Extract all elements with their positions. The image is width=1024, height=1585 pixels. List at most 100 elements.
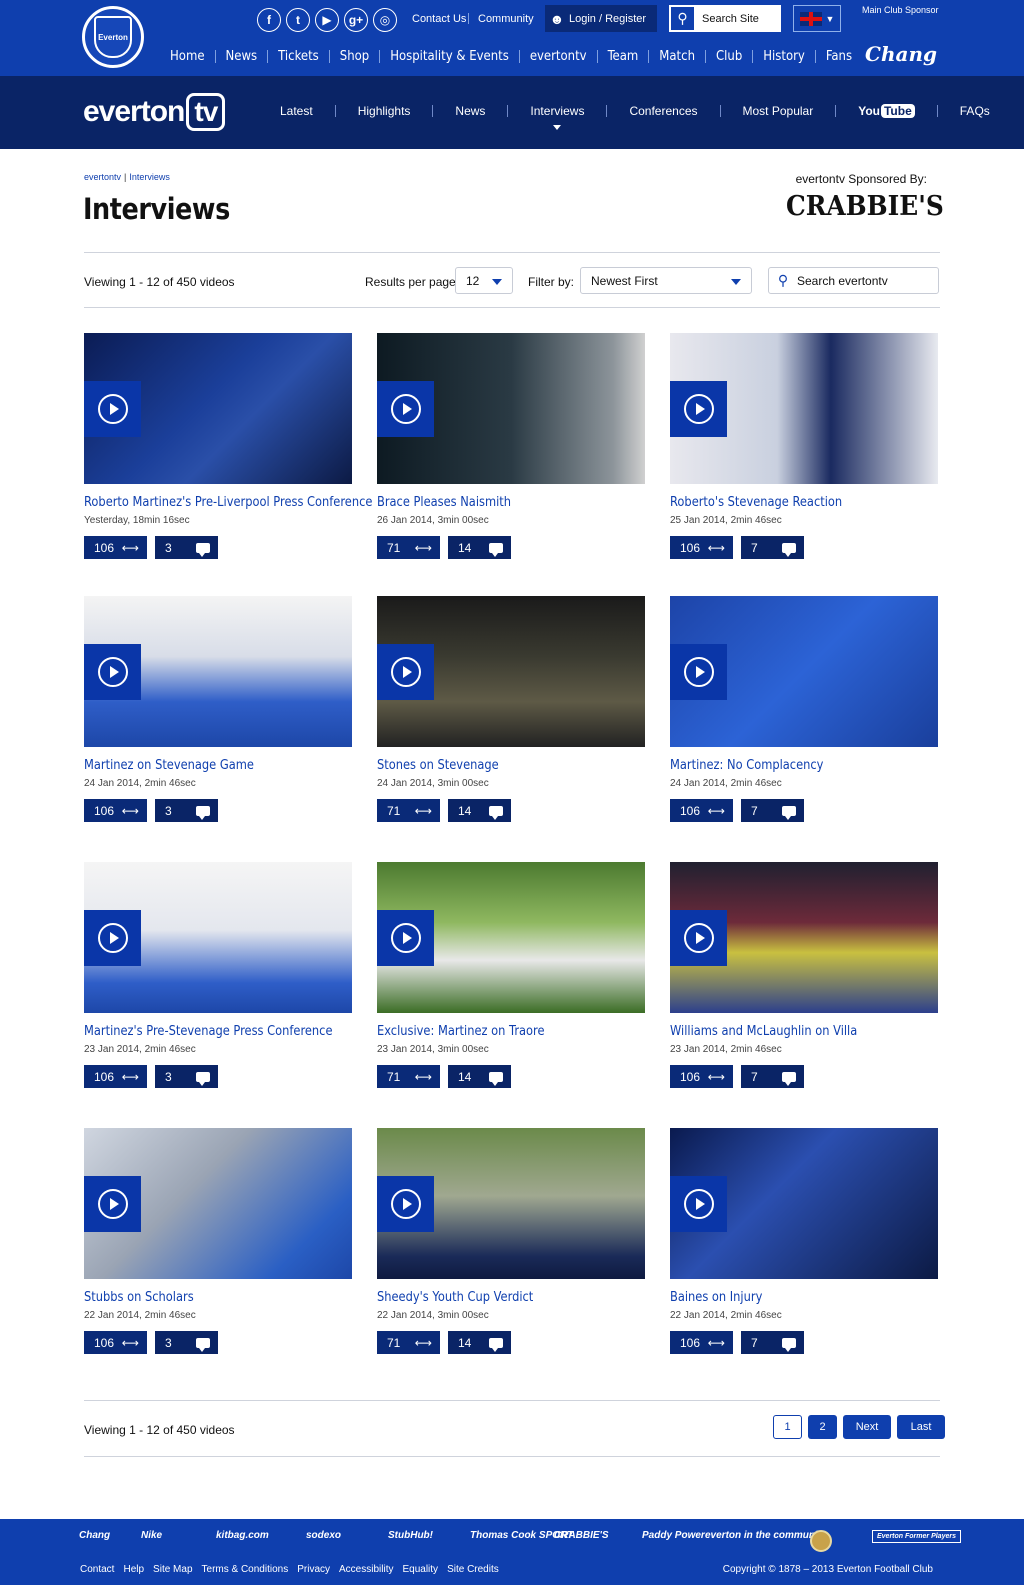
- footer-partner-logo[interactable]: sodexo: [306, 1530, 341, 1541]
- comments-button[interactable]: 3: [155, 1331, 218, 1354]
- video-thumbnail[interactable]: [670, 596, 938, 747]
- comments-button[interactable]: 7: [741, 799, 804, 822]
- video-card[interactable]: Stones on Stevenage 24 Jan 2014, 3min 00s…: [377, 596, 645, 822]
- video-thumbnail[interactable]: [84, 862, 352, 1013]
- video-card[interactable]: Exclusive: Martinez on Traore 23 Jan 2014…: [377, 862, 645, 1088]
- footer-partner-logo[interactable]: kitbag.com: [216, 1530, 269, 1541]
- video-title[interactable]: Martinez's Pre-Stevenage Press Conferenc…: [84, 1024, 333, 1039]
- share-button[interactable]: 106 ⟷: [670, 536, 733, 559]
- play-button[interactable]: [670, 910, 727, 966]
- play-button[interactable]: [377, 1176, 434, 1232]
- comments-button[interactable]: 3: [155, 1065, 218, 1088]
- comments-button[interactable]: 7: [741, 1331, 804, 1354]
- language-selector[interactable]: ▼: [793, 5, 841, 32]
- play-button[interactable]: [670, 644, 727, 700]
- footer-partner-logo[interactable]: StubHub!: [388, 1530, 433, 1541]
- chang-sponsor-logo[interactable]: Chang: [865, 22, 937, 66]
- video-title[interactable]: Brace Pleases Naismith: [377, 495, 613, 510]
- youtube-icon[interactable]: ▶: [315, 8, 339, 32]
- instagram-icon[interactable]: ◎: [373, 8, 397, 32]
- results-per-page-select[interactable]: 12: [455, 267, 513, 294]
- footer-link-site-credits[interactable]: Site Credits: [447, 1564, 499, 1575]
- video-card[interactable]: Brace Pleases Naismith 26 Jan 2014, 3min …: [377, 333, 645, 559]
- video-thumbnail[interactable]: [670, 333, 938, 484]
- tv-tab-conferences[interactable]: Conferences: [607, 104, 719, 118]
- video-card[interactable]: Martinez's Pre-Stevenage Press Conferenc…: [84, 862, 352, 1088]
- nav-item-history[interactable]: History: [753, 49, 815, 64]
- video-title[interactable]: Roberto's Stevenage Reaction: [670, 495, 906, 510]
- share-button[interactable]: 106 ⟷: [670, 1065, 733, 1088]
- footer-partner-logo[interactable]: Nike: [141, 1530, 162, 1541]
- nav-item-home[interactable]: Home: [160, 49, 215, 64]
- play-button[interactable]: [84, 910, 141, 966]
- share-button[interactable]: 71 ⟷: [377, 536, 440, 559]
- site-search-field[interactable]: ⚲ Search Site: [669, 5, 781, 32]
- video-title[interactable]: Sheedy's Youth Cup Verdict: [377, 1290, 613, 1305]
- video-card[interactable]: Williams and McLaughlin on Villa 23 Jan 2…: [670, 862, 938, 1088]
- video-card[interactable]: Roberto's Stevenage Reaction 25 Jan 2014,…: [670, 333, 938, 559]
- share-button[interactable]: 106 ⟷: [84, 536, 147, 559]
- community-link[interactable]: Community: [478, 13, 534, 25]
- video-title[interactable]: Martinez on Stevenage Game: [84, 758, 320, 773]
- nav-item-club[interactable]: Club: [706, 49, 752, 64]
- video-card[interactable]: Martinez on Stevenage Game 24 Jan 2014, 2…: [84, 596, 352, 822]
- share-button[interactable]: 106 ⟷: [670, 799, 733, 822]
- play-button[interactable]: [377, 644, 434, 700]
- crabbies-sponsor-logo[interactable]: CRABBIE'S: [786, 191, 944, 222]
- medal-logo[interactable]: [810, 1530, 832, 1552]
- nav-item-match[interactable]: Match: [649, 49, 705, 64]
- tv-tab-latest[interactable]: Latest: [258, 104, 335, 118]
- footer-link-accessibility[interactable]: Accessibility: [339, 1564, 393, 1575]
- tv-tab-faqs[interactable]: FAQs: [938, 104, 1012, 118]
- evertontv-search-input[interactable]: ⚲ Search evertontv: [768, 267, 939, 294]
- footer-partner-logo[interactable]: Chang: [79, 1530, 110, 1541]
- last-button[interactable]: Last: [897, 1415, 945, 1439]
- breadcrumb-interviews[interactable]: Interviews: [129, 172, 170, 182]
- google-plus-icon[interactable]: g+: [344, 8, 368, 32]
- tv-tab-interviews[interactable]: Interviews: [508, 104, 606, 130]
- evertontv-logo[interactable]: everton tv: [83, 93, 226, 131]
- play-button[interactable]: [670, 1176, 727, 1232]
- video-title[interactable]: Williams and McLaughlin on Villa: [670, 1024, 906, 1039]
- page-1-button[interactable]: 1: [773, 1415, 802, 1439]
- video-thumbnail[interactable]: [84, 1128, 352, 1279]
- video-card[interactable]: Baines on Injury 22 Jan 2014, 2min 46sec 1…: [670, 1128, 938, 1354]
- youtube-link[interactable]: You Tube: [836, 104, 937, 118]
- footer-partner-logo[interactable]: everton in the community: [705, 1530, 827, 1541]
- footer-link-terms-conditions[interactable]: Terms & Conditions: [202, 1564, 289, 1575]
- video-thumbnail[interactable]: [377, 596, 645, 747]
- video-thumbnail[interactable]: [84, 596, 352, 747]
- club-crest-logo[interactable]: Everton: [82, 6, 144, 68]
- play-button[interactable]: [84, 644, 141, 700]
- video-title[interactable]: Roberto Martinez's Pre-Liverpool Press C…: [84, 495, 372, 510]
- nav-item-news[interactable]: News: [216, 49, 268, 64]
- play-button[interactable]: [670, 381, 727, 437]
- login-register-button[interactable]: ☻ Login / Register: [545, 5, 657, 32]
- nav-item-tickets[interactable]: Tickets: [268, 49, 329, 64]
- nav-item-evertontv[interactable]: evertontv: [520, 49, 597, 64]
- play-button[interactable]: [377, 910, 434, 966]
- footer-link-contact[interactable]: Contact: [80, 1564, 114, 1575]
- tv-tab-most-popular[interactable]: Most Popular: [721, 104, 836, 118]
- share-button[interactable]: 71 ⟷: [377, 1331, 440, 1354]
- footer-partner-logo[interactable]: Everton Former Players: [872, 1530, 961, 1543]
- nav-item-hospitality-events[interactable]: Hospitality & Events: [380, 49, 519, 64]
- video-title[interactable]: Stubbs on Scholars: [84, 1290, 320, 1305]
- search-icon[interactable]: ⚲: [669, 5, 696, 32]
- video-title[interactable]: Exclusive: Martinez on Traore: [377, 1024, 613, 1039]
- nav-item-fans[interactable]: Fans: [816, 49, 862, 64]
- nav-item-team[interactable]: Team: [598, 49, 649, 64]
- footer-partner-logo[interactable]: CRABBIE'S: [554, 1530, 609, 1541]
- comments-button[interactable]: 7: [741, 1065, 804, 1088]
- video-card[interactable]: Roberto Martinez's Pre-Liverpool Press C…: [84, 333, 372, 559]
- footer-link-site-map[interactable]: Site Map: [153, 1564, 192, 1575]
- comments-button[interactable]: 3: [155, 536, 218, 559]
- video-title[interactable]: Stones on Stevenage: [377, 758, 613, 773]
- share-button[interactable]: 106 ⟷: [84, 799, 147, 822]
- tv-tab-highlights[interactable]: Highlights: [336, 104, 433, 118]
- share-button[interactable]: 71 ⟷: [377, 1065, 440, 1088]
- play-button[interactable]: [84, 1176, 141, 1232]
- footer-partner-logo[interactable]: Paddy Power: [642, 1530, 705, 1541]
- footer-link-equality[interactable]: Equality: [402, 1564, 438, 1575]
- breadcrumb-evertontv[interactable]: evertontv: [84, 172, 121, 182]
